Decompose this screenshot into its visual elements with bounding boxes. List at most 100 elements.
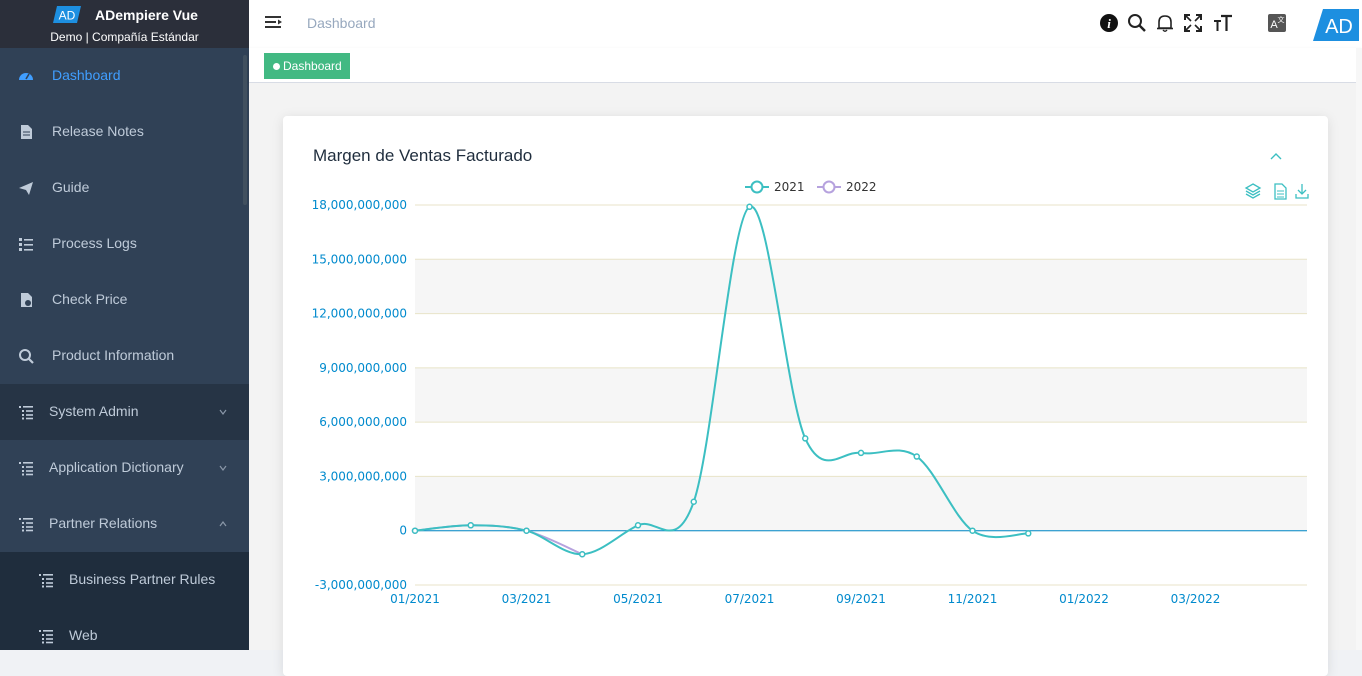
y-tick-label: 18,000,000,000 [312,198,407,212]
chart-card: Margen de Ventas Facturado -3,000,000,00… [283,116,1328,676]
svg-text:AD: AD [59,9,76,23]
tree-list-icon [19,462,33,476]
y-tick-label: -3,000,000,000 [315,578,407,592]
sidebar-item-check-price[interactable]: Check Price [0,272,249,328]
x-tick-label: 11/2021 [948,592,998,606]
x-tick-label: 03/2021 [502,592,552,606]
grid-band [415,476,1307,531]
text-size-icon[interactable] [1213,13,1233,33]
list-check-icon [19,238,33,251]
data-point-2021 [579,550,586,558]
data-point-2021 [746,203,753,211]
data-point-2021 [523,527,530,534]
sidebar-item-label: Partner Relations [49,515,158,531]
active-dot-icon [273,63,280,70]
hamburger-icon[interactable] [265,14,283,30]
sidebar-item-process-logs[interactable]: Process Logs [0,216,249,272]
data-point-2021 [690,498,697,506]
data-point-2021 [802,435,809,442]
legend-label: 2022 [846,180,877,194]
sidebar-menu: Dashboard Release Notes Guide Process Logs C… [0,48,249,650]
sidebar-item-label: Guide [52,179,90,195]
y-tick-label: 15,000,000,000 [312,252,407,266]
chevron-down-icon [219,465,227,471]
y-tick-label: 9,000,000,000 [319,361,407,375]
data-point-2021 [411,527,419,534]
sidebar-item-release-notes[interactable]: Release Notes [0,104,249,160]
grid-band [415,259,1307,314]
sidebar-item-web[interactable]: Web [0,608,249,650]
y-tick-label: 0 [399,524,407,538]
dashboard-icon [19,73,33,80]
brand-header[interactable]: AD ADempiere Vue Demo | Compañía Estánda… [0,0,249,48]
sidebar-item-guide[interactable]: Guide [0,160,249,216]
breadcrumb[interactable]: Dashboard [307,15,376,31]
sidebar-item-label: Check Price [52,291,128,307]
search-icon[interactable] [1127,13,1147,33]
tree-list-icon [39,574,53,588]
sidebar-item-label: Web [69,627,98,643]
sidebar-item-label: System Admin [49,403,139,419]
sidebar-item-partner-relations[interactable]: Partner Relations [0,496,249,552]
x-tick-label: 07/2021 [725,592,775,606]
data-point-2021 [1025,530,1032,537]
header-logo[interactable]: AD [1313,9,1359,41]
download-icon[interactable] [1295,184,1309,199]
bell-icon[interactable] [1155,13,1175,33]
send-icon [19,182,33,195]
tags-view: Dashboard [249,48,1362,83]
info-icon[interactable]: i [1099,13,1119,33]
fullscreen-icon[interactable] [1183,13,1203,33]
svg-text:i: i [1107,16,1111,31]
grid-band [415,367,1307,423]
x-tick-label: 01/2022 [1059,592,1109,606]
x-tick-label: 09/2021 [836,592,886,606]
brand-title: ADempiere Vue [95,7,198,23]
sidebar-item-system-admin[interactable]: System Admin [0,384,249,440]
y-tick-label: 12,000,000,000 [312,307,407,321]
sidebar-item-product-information[interactable]: Product Information [0,328,249,384]
stack-icon[interactable] [1244,183,1262,199]
data-view-icon[interactable] [1274,183,1287,200]
legend-marker-2021 [750,180,764,194]
legend-label: 2021 [774,180,805,194]
data-point-2021 [857,449,865,457]
brand-logo: AD [53,6,81,23]
main-scrollbar[interactable] [1356,48,1362,650]
sidebar-item-application-dictionary[interactable]: Application Dictionary [0,440,249,496]
tree-list-icon [19,406,33,420]
tree-list-icon [39,630,53,644]
chevron-up-icon [219,521,227,527]
tag-label: Dashboard [283,59,342,73]
x-tick-label: 05/2021 [613,592,663,606]
sidebar-item-dashboard[interactable]: Dashboard [0,48,249,104]
y-tick-label: 3,000,000,000 [319,469,407,483]
price-document-icon [21,293,32,307]
line-chart: -3,000,000,000 0 3,000,000,000 6,000,000,00… [312,180,1309,606]
translate-icon[interactable]: A 文 [1267,13,1287,33]
sidebar-item-label: Application Dictionary [49,459,184,475]
svg-text:AD: AD [1325,16,1353,38]
sidebar-item-label: Product Information [52,347,175,363]
sidebar-scrollbar[interactable] [243,55,247,205]
y-tick-label: 6,000,000,000 [319,415,407,429]
sidebar-item-label: Release Notes [52,123,144,139]
sidebar: AD ADempiere Vue Demo | Compañía Estánda… [0,0,249,650]
navbar: Dashboard i A 文 AD [249,0,1362,48]
tag-dashboard[interactable]: Dashboard [264,53,350,79]
main-content: Margen de Ventas Facturado -3,000,000,00… [249,83,1362,676]
brand-subtitle: Demo | Compañía Estándar [50,30,199,44]
data-point-2021 [969,527,976,534]
x-tick-label: 03/2022 [1171,592,1221,606]
data-point-2021 [634,522,642,529]
search-icon [19,349,34,364]
sidebar-item-label: Process Logs [52,235,137,251]
svg-text:文: 文 [1278,15,1285,24]
sidebar-item-label: Dashboard [52,67,121,83]
document-icon [21,125,32,139]
legend-marker-2022 [822,180,836,194]
sidebar-item-business-partner-rules[interactable]: Business Partner Rules [0,552,249,608]
data-point-2021 [467,522,474,529]
x-tick-label: 01/2021 [390,592,440,606]
tree-list-icon [19,518,33,532]
